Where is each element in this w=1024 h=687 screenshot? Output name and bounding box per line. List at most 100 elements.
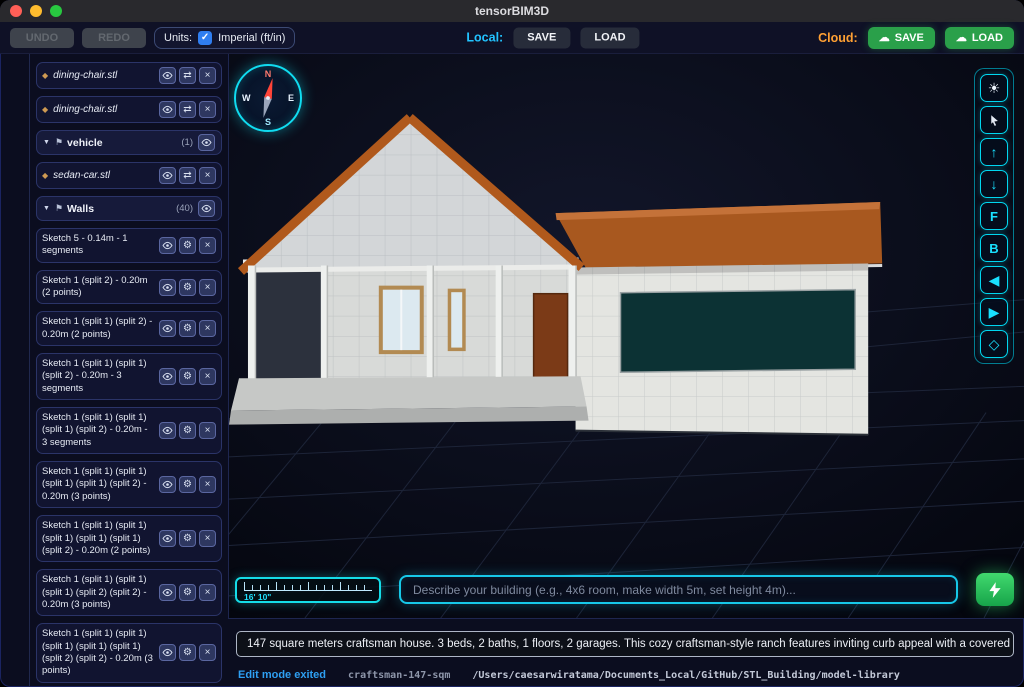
build-prompt-input[interactable] — [399, 575, 958, 604]
close-button[interactable]: × — [199, 278, 216, 296]
close-button[interactable]: × — [199, 67, 216, 84]
local-actions: Local: SAVE LOAD — [466, 27, 640, 48]
caret-down-icon[interactable]: ▼ — [43, 205, 50, 212]
tree-item[interactable]: Sketch 1 (split 1) (split 1) (split 1) (… — [36, 407, 222, 455]
close-button[interactable]: × — [199, 236, 216, 254]
eye-button[interactable] — [159, 476, 176, 494]
gear-button[interactable]: ⚙ — [179, 236, 196, 254]
light-tool[interactable]: ☀ — [980, 74, 1008, 102]
scene-canvas[interactable] — [229, 54, 1024, 618]
item-buttons: ⚙ × — [159, 236, 216, 254]
item-buttons: ⚙ × — [159, 644, 216, 662]
tree-item[interactable]: Sketch 1 (split 1) (split 2) - 0.20m (2 … — [36, 311, 222, 347]
eye-button[interactable] — [159, 320, 176, 338]
eye-button[interactable] — [159, 101, 176, 118]
item-buttons: ⇄ × — [159, 101, 216, 118]
tree-item[interactable]: ◆ dining-chair.stl ⇄ × — [36, 62, 222, 89]
main-area: ◆ dining-chair.stl ⇄ × ◆ dining-chair.stl ⇄ × ▼ ⚑… — [0, 54, 1024, 687]
gear-button[interactable]: ⚙ — [179, 644, 196, 662]
units-control[interactable]: Units: ✓ Imperial (ft/in) — [154, 26, 296, 49]
eye-button[interactable] — [198, 200, 215, 217]
gear-button[interactable]: ⚙ — [179, 278, 196, 296]
close-button[interactable]: × — [199, 167, 216, 184]
tree-item[interactable]: ◆ sedan-car.stl ⇄ × — [36, 162, 222, 189]
viewport-3d[interactable]: N S W E ☀ ↑ ↓ F B ◀ ▶ ◇ 16' 10" — [228, 54, 1024, 619]
swap-button[interactable]: ⇄ — [179, 167, 196, 184]
select-tool[interactable] — [980, 106, 1008, 134]
swap-button[interactable]: ⇄ — [179, 101, 196, 118]
redo-button[interactable]: REDO — [82, 27, 146, 48]
close-button[interactable]: × — [199, 584, 216, 602]
eye-button[interactable] — [159, 584, 176, 602]
local-save-button[interactable]: SAVE — [513, 27, 571, 48]
tree-item[interactable]: Sketch 1 (split 1) (split 1) (split 1) (… — [36, 515, 222, 563]
scale-bar: 16' 10" — [235, 576, 381, 603]
item-label: Sketch 1 (split 2) - 0.20m (2 points) — [42, 274, 148, 299]
eye-icon — [162, 71, 173, 80]
tree-item[interactable]: Sketch 1 (split 1) (split 1) (split 1) (… — [36, 461, 222, 509]
pan-up-tool[interactable]: ↑ — [980, 138, 1008, 166]
eye-icon — [162, 325, 173, 333]
tree-item[interactable]: Sketch 1 (split 2) - 0.20m (2 points) ⚙ × — [36, 269, 222, 305]
status-model-name: craftsman-147-sqm — [348, 669, 451, 681]
item-buttons: ⚙ × — [159, 476, 216, 494]
tree-item[interactable]: ◆ dining-chair.stl ⇄ × — [36, 96, 222, 123]
gear-button[interactable]: ⚙ — [179, 368, 196, 386]
units-checkbox[interactable]: ✓ — [198, 30, 213, 45]
eye-button[interactable] — [159, 236, 176, 254]
gear-button[interactable]: ⚙ — [179, 476, 196, 494]
eye-icon — [162, 171, 173, 180]
eye-button[interactable] — [159, 530, 176, 548]
eye-button[interactable] — [159, 368, 176, 386]
toolbar-left: UNDO REDO Units: ✓ Imperial (ft/in) — [10, 26, 296, 49]
close-button[interactable]: × — [199, 530, 216, 548]
eye-button[interactable] — [159, 167, 176, 184]
tree-item[interactable]: Sketch 1 (split 1) (split 1) (split 2) -… — [36, 353, 222, 401]
item-label: Sketch 1 (split 1) (split 1) (split 1) (… — [42, 574, 147, 610]
close-button[interactable]: × — [199, 368, 216, 386]
view-tools-panel: ☀ ↑ ↓ F B ◀ ▶ ◇ — [974, 68, 1014, 364]
close-button[interactable]: × — [199, 422, 216, 440]
compass[interactable]: N S W E — [234, 64, 302, 132]
gear-button[interactable]: ⚙ — [179, 422, 196, 440]
close-button[interactable]: × — [199, 476, 216, 494]
eye-button[interactable] — [159, 67, 176, 84]
pan-down-tool[interactable]: ↓ — [980, 170, 1008, 198]
back-view-tool[interactable]: B — [980, 234, 1008, 262]
folder-icon: ⚑ — [54, 203, 64, 213]
gear-button[interactable]: ⚙ — [179, 320, 196, 338]
close-button[interactable]: × — [199, 644, 216, 662]
tree-item[interactable]: Sketch 5 - 0.14m - 1 segments ⚙ × — [36, 228, 222, 263]
mesh-icon: ◆ — [42, 171, 49, 180]
rotate-left-tool[interactable]: ◀ — [980, 266, 1008, 294]
tree-group-vehicle[interactable]: ▼ ⚑ vehicle (1) — [36, 130, 222, 155]
swap-button[interactable]: ⇄ — [179, 67, 196, 84]
eye-button[interactable] — [159, 644, 176, 662]
caret-down-icon[interactable]: ▼ — [43, 139, 50, 146]
close-button[interactable]: × — [199, 320, 216, 338]
close-button[interactable]: × — [199, 101, 216, 118]
eye-icon — [162, 241, 173, 249]
tree-item[interactable]: Sketch 1 (split 1) (split 1) (split 1) (… — [36, 569, 222, 617]
tree-group-walls[interactable]: ▼ ⚑ Walls (40) — [36, 196, 222, 221]
item-buttons: ⚙ × — [159, 278, 216, 296]
cloud-load-button[interactable]: ☁ LOAD — [944, 26, 1014, 49]
front-view-tool[interactable]: F — [980, 202, 1008, 230]
iso-view-tool[interactable]: ◇ — [980, 330, 1008, 358]
eye-button[interactable] — [159, 422, 176, 440]
rotate-right-tool[interactable]: ▶ — [980, 298, 1008, 326]
eye-button[interactable] — [198, 134, 215, 151]
gear-button[interactable]: ⚙ — [179, 584, 196, 602]
item-buttons: ⚙ × — [159, 368, 216, 386]
eye-button[interactable] — [159, 278, 176, 296]
porch-floor — [230, 376, 587, 411]
gear-button[interactable]: ⚙ — [179, 530, 196, 548]
cloud-save-button[interactable]: ☁ SAVE — [867, 26, 935, 49]
local-load-button[interactable]: LOAD — [580, 27, 640, 48]
generate-button[interactable] — [976, 573, 1014, 606]
compass-east-label: E — [287, 93, 294, 103]
item-label: Sketch 1 (split 1) (split 1) (split 1) (… — [42, 628, 153, 677]
side-window — [447, 288, 466, 352]
tree-item[interactable]: Sketch 1 (split 1) (split 1) (split 1) (… — [36, 623, 222, 683]
undo-button[interactable]: UNDO — [10, 27, 74, 48]
